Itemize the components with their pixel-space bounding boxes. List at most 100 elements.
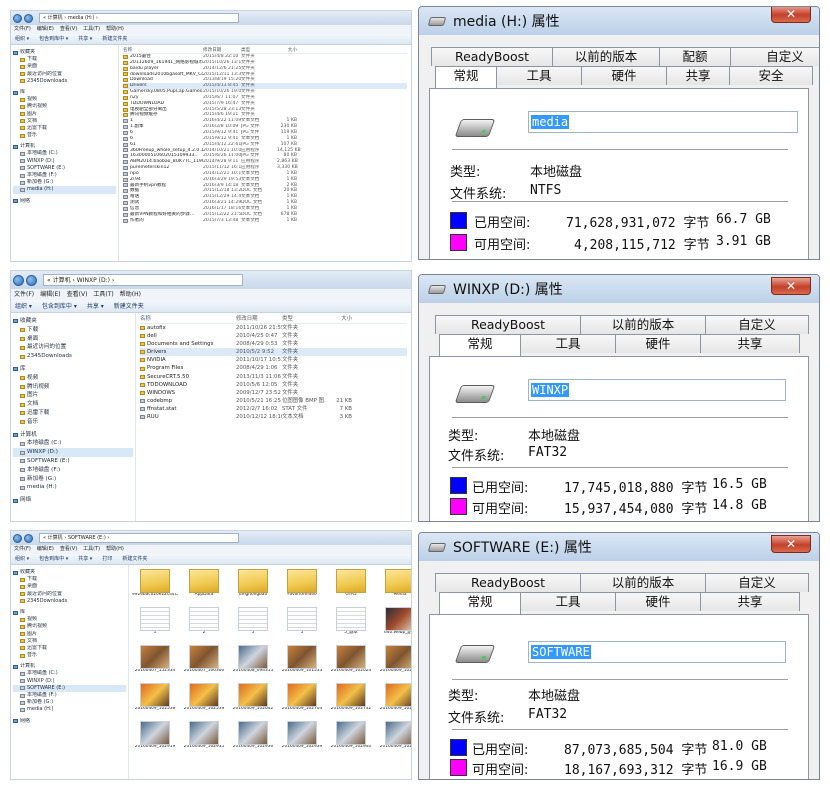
thumbnail-item[interactable]: 20160409_102224: [377, 645, 411, 682]
nav-item[interactable]: 图片: [13, 391, 133, 400]
menu-item[interactable]: 打印: [102, 554, 112, 564]
tab-2[interactable]: 硬件: [615, 592, 701, 611]
nav-item[interactable]: 新加卷 (G:): [13, 475, 133, 484]
nav-item[interactable]: 迅雷下载: [13, 409, 133, 418]
nav-item[interactable]: 新加卷 (G:): [13, 699, 126, 706]
address-bar[interactable]: « 计算机 › SOFTWARE (E:) ›: [39, 533, 239, 543]
tab-3[interactable]: 共享: [700, 334, 800, 353]
menu-item[interactable]: 工具(T): [83, 25, 100, 34]
back-button[interactable]: [13, 533, 22, 543]
nav-item[interactable]: SOFTWARE (E:): [13, 165, 116, 172]
address-bar[interactable]: « 计算机 › WINXP (D:) ›: [43, 274, 243, 286]
nav-item[interactable]: media (H:): [13, 706, 126, 713]
nav-item[interactable]: 迅雷下载: [13, 125, 116, 132]
thumbnail-item[interactable]: 20160409_102936: [230, 721, 276, 758]
column-header[interactable]: 修改日期: [236, 315, 282, 323]
thumbnail-item[interactable]: 20160409_101533: [279, 645, 325, 682]
nav-item[interactable]: 视频: [13, 96, 116, 103]
thumbnail-item[interactable]: 2: [181, 607, 227, 644]
nav-item[interactable]: 收藏夹: [13, 49, 116, 56]
nav-item[interactable]: SOFTWARE (E:): [13, 684, 126, 692]
menu-item[interactable]: 帮助(H): [106, 25, 124, 34]
nav-item[interactable]: 音乐: [13, 418, 133, 427]
close-button[interactable]: ✕: [771, 7, 811, 23]
nav-item[interactable]: 下载: [13, 326, 133, 335]
tab-0[interactable]: 常规: [439, 592, 521, 614]
close-button[interactable]: ✕: [771, 277, 811, 295]
nav-item[interactable]: 收藏夹: [13, 317, 133, 326]
thumbnail-item[interactable]: 20160409_102815: [377, 683, 411, 720]
nav-item[interactable]: 本地磁盘 (F:): [13, 466, 133, 475]
tab-1[interactable]: 以前的版本: [552, 47, 660, 66]
thumbnail-item[interactable]: dinghongbao: [230, 569, 276, 606]
file-row[interactable]: autofix 2011/10/26 21:55 文件夹: [140, 324, 407, 332]
menu-item[interactable]: 查看(V): [60, 545, 77, 554]
tab-0[interactable]: 常规: [435, 66, 497, 88]
tab-2[interactable]: 自定义: [705, 573, 809, 592]
nav-item[interactable]: 计算机: [13, 143, 116, 150]
menu-item[interactable]: 编辑(E): [37, 25, 54, 34]
menu-item[interactable]: 共享 ▾: [78, 34, 92, 44]
menu-item[interactable]: 新建文件夹: [114, 300, 144, 312]
back-button[interactable]: [13, 274, 24, 286]
file-row[interactable]: codebmp 2010/5/21 16:25 位图图像 BMP 图... 21 KB: [140, 397, 407, 405]
column-header[interactable]: 类型: [241, 47, 277, 53]
address-bar[interactable]: « 计算机 › media (H:) ›: [39, 13, 239, 23]
thumbnail-item[interactable]: 20160409_102935: [181, 721, 227, 758]
nav-item[interactable]: 桌面: [13, 63, 116, 70]
file-row[interactable]: SecureCRT.5.50 2013/11/3 11:06 文件夹: [140, 373, 407, 381]
column-header[interactable]: 类型: [282, 315, 326, 323]
thumbnail-item[interactable]: 20160409_102538: [132, 683, 178, 720]
file-row[interactable]: 作者的 2015/7/3 13:48 文本文档 1 KB: [123, 218, 407, 224]
nav-item[interactable]: 腾讯视频: [13, 383, 133, 392]
nav-item[interactable]: 桌面: [13, 583, 126, 590]
tab-0[interactable]: ReadyBoost: [431, 47, 553, 66]
volume-label-input[interactable]: media: [528, 111, 798, 133]
volume-label-input[interactable]: SOFTWARE: [528, 641, 786, 663]
forward-button[interactable]: [26, 274, 37, 286]
close-button[interactable]: ✕: [771, 535, 811, 553]
forward-button[interactable]: [24, 13, 33, 23]
tab-4[interactable]: 安全: [729, 66, 813, 85]
nav-item[interactable]: 本地磁盘 (F:): [13, 172, 116, 179]
tab-2[interactable]: 硬件: [581, 66, 667, 85]
nav-item[interactable]: WINXP (D:): [13, 448, 133, 457]
column-header[interactable]: 名称: [140, 315, 236, 323]
menu-item[interactable]: 新建文件夹: [102, 34, 127, 44]
nav-item[interactable]: 本地磁盘 (C:): [13, 439, 133, 448]
nav-item[interactable]: 2345Downloads: [13, 78, 116, 85]
nav-item[interactable]: 最近访问的位置: [13, 343, 133, 352]
tab-2[interactable]: 配额: [659, 47, 731, 66]
file-row[interactable]: Documents and Settings 2008/4/29 0:53 文件夹: [140, 340, 407, 348]
menu-item[interactable]: 文件(F): [14, 25, 31, 34]
menu-item[interactable]: 共享 ▾: [87, 300, 104, 312]
column-header[interactable]: 大小: [277, 47, 297, 53]
file-row[interactable]: TDDOWNLOAD 2010/5/6 12:05 文件夹: [140, 381, 407, 389]
thumbnail-item[interactable]: 1: [132, 607, 178, 644]
nav-item[interactable]: 文档: [13, 118, 116, 125]
menu-item[interactable]: 包含到库中 ▾: [39, 554, 68, 564]
nav-item[interactable]: 库: [13, 365, 133, 374]
menu-item[interactable]: 新建文件夹: [122, 554, 147, 564]
nav-item[interactable]: 计算机: [13, 663, 126, 670]
tab-3[interactable]: 共享: [700, 592, 800, 611]
nav-item[interactable]: 2345Downloads: [13, 352, 133, 361]
thumbnail-item[interactable]: 5: [279, 607, 325, 644]
file-row[interactable]: ffnstat.stat 2012/2/7 16:02 STAT 文件 7 KB: [140, 405, 407, 413]
thumbnail-item[interactable]: 20160409_102539: [181, 683, 227, 720]
nav-item[interactable]: 迅雷下载: [13, 645, 126, 652]
menu-item[interactable]: 组织 ▾: [15, 554, 29, 564]
thumbnail-item[interactable]: 20160409_102939: [279, 721, 325, 758]
tab-2[interactable]: 硬件: [615, 334, 701, 353]
thumbnail-item[interactable]: 20160409_102704: [279, 683, 325, 720]
column-header[interactable]: 名称: [123, 47, 203, 53]
file-row[interactable]: dell 2010/4/25 0:47 文件夹: [140, 332, 407, 340]
nav-item[interactable]: 计算机: [13, 431, 133, 440]
nav-item[interactable]: 新加卷 (G:): [13, 179, 116, 186]
tab-1[interactable]: 以前的版本: [580, 573, 706, 592]
volume-label-input[interactable]: WINXP: [528, 379, 786, 401]
thumbnail-item[interactable]: 20160409_102942: [377, 721, 411, 758]
menu-item[interactable]: 包含到库中 ▾: [39, 34, 68, 44]
tab-1[interactable]: 以前的版本: [580, 315, 706, 334]
thumbnail-item[interactable]: 20160409_102642: [230, 683, 276, 720]
